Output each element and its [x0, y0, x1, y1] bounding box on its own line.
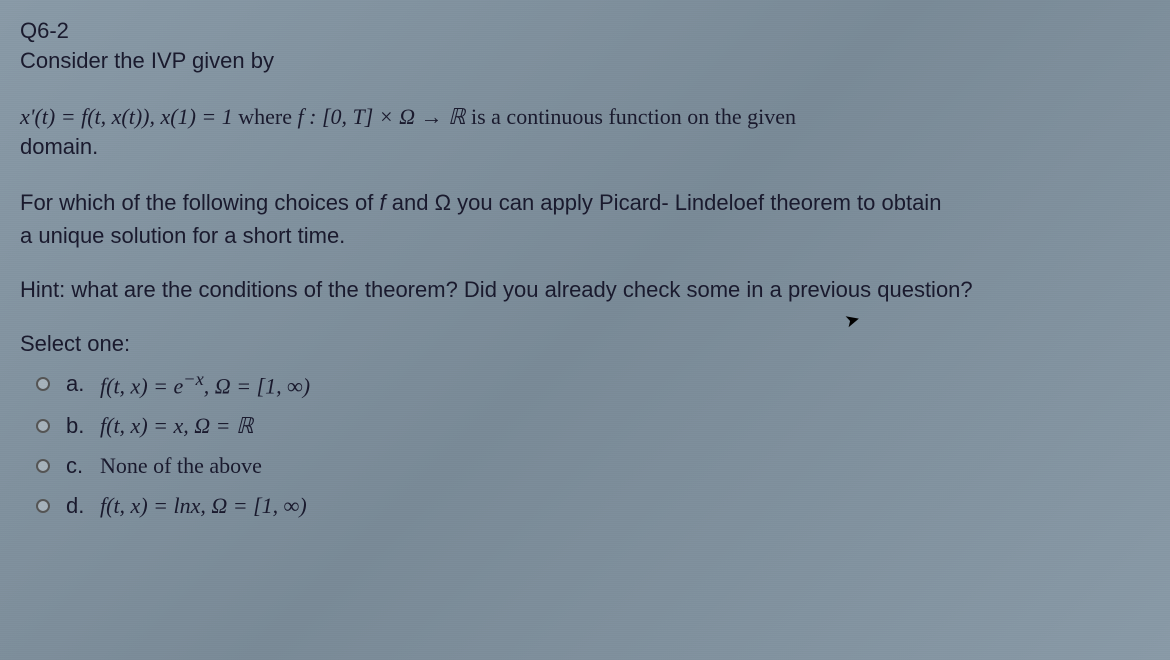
equation-line-1: x'(t) = f(t, x(t)), x(1) = 1 where f : [… [20, 104, 1150, 130]
option-b-letter: b. [66, 413, 86, 439]
cursor-icon: ➤ [842, 308, 862, 332]
equation-expr: x'(t) = f(t, x(t)), x(1) = 1 [20, 104, 233, 129]
radio-icon[interactable] [36, 499, 50, 513]
radio-icon[interactable] [36, 419, 50, 433]
question-line-1: For which of the following choices of f … [20, 188, 1150, 219]
option-d[interactable]: d. f(t, x) = lnx, Ω = [1, ∞) [20, 493, 1150, 519]
option-a[interactable]: a. f(t, x) = e−x, Ω = [1, ∞) [20, 369, 1150, 399]
option-d-letter: d. [66, 493, 86, 519]
question-line-2: a unique solution for a short time. [20, 223, 1150, 249]
option-c-content: None of the above [100, 453, 262, 479]
option-c-letter: c. [66, 453, 86, 479]
equation-func: f : [0, T] × Ω → ℝ [298, 104, 466, 129]
option-b-content: f(t, x) = x, Ω = ℝ [100, 413, 253, 439]
option-a-content: f(t, x) = e−x, Ω = [1, ∞) [100, 369, 310, 399]
equation-where: where [233, 104, 298, 129]
option-b[interactable]: b. f(t, x) = x, Ω = ℝ [20, 413, 1150, 439]
radio-icon[interactable] [36, 377, 50, 391]
question-intro: Consider the IVP given by [20, 48, 1150, 74]
option-d-content: f(t, x) = lnx, Ω = [1, ∞) [100, 493, 307, 519]
option-c[interactable]: c. None of the above [20, 453, 1150, 479]
equation-line-2: domain. [20, 134, 1150, 160]
option-a-letter: a. [66, 371, 86, 397]
radio-icon[interactable] [36, 459, 50, 473]
equation-suffix: is a continuous function on the given [465, 104, 796, 129]
question-number: Q6-2 [20, 18, 1150, 44]
hint-text: Hint: what are the conditions of the the… [20, 277, 1150, 303]
select-one-label: Select one: [20, 331, 1150, 357]
